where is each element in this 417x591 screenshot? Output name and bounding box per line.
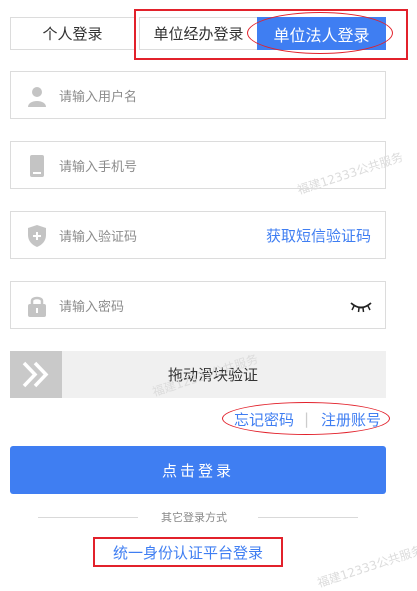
divider-left xyxy=(38,517,138,518)
code-placeholder: 请输入验证码 xyxy=(59,229,138,245)
user-icon xyxy=(28,87,46,107)
lock-icon xyxy=(28,296,46,317)
username-placeholder: 请输入用户名 xyxy=(59,89,138,105)
login-button[interactable]: 点击登录 xyxy=(10,446,386,494)
divider-right xyxy=(258,517,358,518)
verification-code-field[interactable]: 请输入验证码 获取短信验证码 xyxy=(10,211,386,259)
shield-plus-icon xyxy=(28,225,46,247)
phone-icon xyxy=(30,155,44,177)
get-sms-code-link[interactable]: 获取短信验证码 xyxy=(266,212,371,258)
watermark: 福建12333公共服务 xyxy=(315,542,417,591)
annotation-ellipse-links xyxy=(222,402,390,435)
tab-label: 个人登录 xyxy=(42,25,103,43)
annotation-box-unified xyxy=(93,537,283,567)
password-placeholder: 请输入密码 xyxy=(59,299,125,315)
password-field[interactable]: 请输入密码 xyxy=(10,281,386,329)
annotation-ellipse-legal-tab xyxy=(247,12,393,54)
phone-placeholder: 请输入手机号 xyxy=(59,159,138,175)
tab-personal-login[interactable]: 个人登录 xyxy=(10,17,135,50)
other-login-methods-label: 其它登录方式 xyxy=(161,511,227,524)
username-field[interactable]: 请输入用户名 xyxy=(10,71,386,119)
eye-closed-icon[interactable] xyxy=(349,298,373,314)
